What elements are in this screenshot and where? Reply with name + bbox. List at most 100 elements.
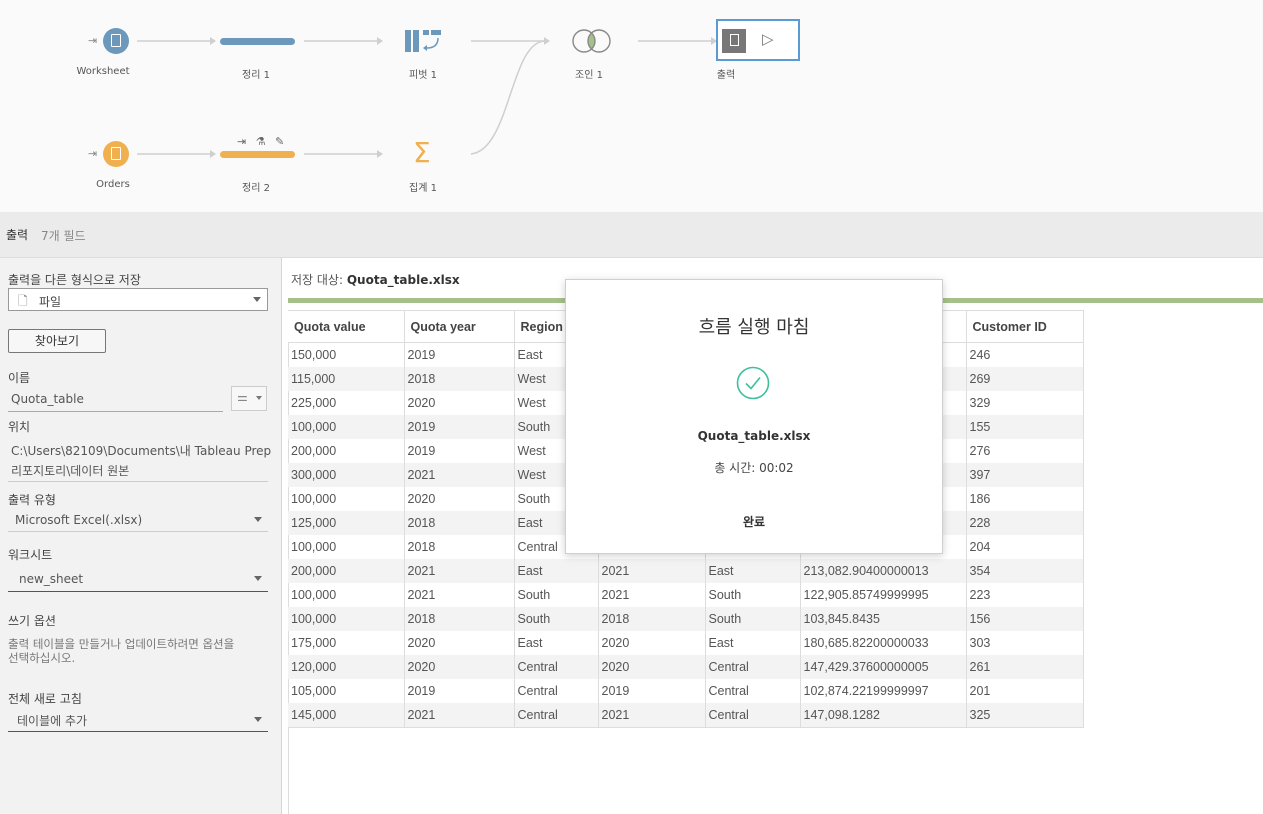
table-cell: 2020 (404, 655, 515, 679)
join-node-label: 조인 1 (575, 70, 603, 81)
pivot-node-icon[interactable] (405, 29, 443, 54)
table-row: 145,000 2021 Central 2021 Central 147,098.128… (288, 703, 1084, 728)
table-cell: 2021 (598, 583, 706, 607)
join-node-icon[interactable] (571, 28, 613, 54)
dialog-title: 흐름 실행 마침 (698, 317, 810, 338)
output-type-value: Microsoft Excel(.xlsx) (15, 513, 143, 527)
save-as-label: 출력을 다른 형식으로 저장 (8, 273, 141, 287)
table-cell: 186 (966, 487, 1084, 511)
flow-connections (137, 37, 717, 158)
table-cell: South (705, 583, 801, 607)
table-cell: 155 (966, 415, 1084, 439)
table-cell: 2019 (598, 679, 706, 703)
name-options-button[interactable]: ⚌ (231, 386, 267, 411)
table-cell: 2019 (404, 679, 515, 703)
table-cell: 329 (966, 391, 1084, 415)
table-row: 175,000 2020 East 2020 East 180,685.822000000… (288, 631, 1084, 655)
table-cell: 2021 (598, 559, 706, 583)
clean2-node[interactable] (220, 151, 295, 158)
table-cell: Central (514, 679, 599, 703)
table-cell: 100,000 (288, 535, 405, 559)
clean2-node-label: 정리 2 (242, 183, 270, 194)
table-cell: 156 (966, 607, 1084, 631)
table-cell: 2020 (598, 631, 706, 655)
output-node-label: 출력 (716, 70, 736, 81)
worksheet-select[interactable]: new_sheet (8, 567, 268, 592)
pivot-node-label: 피벗 1 (409, 70, 437, 81)
clean1-node[interactable] (220, 38, 295, 45)
table-cell: 2019 (404, 342, 515, 367)
table-cell: 115,000 (288, 367, 405, 391)
dialog-total-time: 총 시간: 00:02 (714, 461, 794, 475)
table-cell: 2018 (404, 535, 515, 559)
table-cell: East (705, 559, 801, 583)
table-cell: 100,000 (288, 607, 405, 631)
worksheet-node-label: Worksheet (76, 66, 130, 77)
table-cell: 2018 (404, 367, 515, 391)
column-header[interactable]: Customer ID (966, 310, 1084, 343)
table-cell: 276 (966, 439, 1084, 463)
column-header[interactable]: Quota year (404, 310, 515, 343)
save-as-value: 파일 (39, 295, 62, 309)
table-cell: 120,000 (288, 655, 405, 679)
chevron-down-icon (254, 576, 262, 581)
save-as-select[interactable]: 🗋 파일 (8, 288, 268, 311)
done-button[interactable]: 완료 (724, 511, 784, 533)
file-icon (111, 147, 121, 160)
table-cell: 100,000 (288, 487, 405, 511)
table-cell: 213,082.90400000013 (800, 559, 967, 583)
name-label: 이름 (8, 371, 31, 385)
table-row: 100,000 2021 South 2021 South 122,905.8574999… (288, 583, 1084, 607)
table-cell: 2018 (404, 607, 515, 631)
input-source-icon: ⇥ (88, 34, 98, 47)
save-target: 저장 대상: Quota_table.xlsx (291, 271, 460, 288)
orders-input-node[interactable] (103, 141, 129, 167)
flow-complete-dialog: 흐름 실행 마침 Quota_table.xlsx 총 시간: 00:02 완료 (565, 279, 943, 554)
table-cell: 2019 (404, 415, 515, 439)
table-cell: Central (705, 703, 801, 728)
table-cell: Central (514, 655, 599, 679)
chevron-down-icon (253, 296, 261, 302)
table-cell: East (705, 631, 801, 655)
output-type-label: 출력 유형 (8, 493, 56, 507)
table-cell: 354 (966, 559, 1084, 583)
table-cell: 150,000 (288, 342, 405, 367)
table-cell: 147,098.1282 (800, 703, 967, 728)
table-row: 120,000 2020 Central 2020 Central 147,429.376… (288, 655, 1084, 679)
orders-node-label: Orders (96, 179, 130, 190)
worksheet-label: 워크시트 (8, 548, 53, 562)
aggregate-sigma-icon[interactable]: Σ (413, 137, 431, 169)
location-line2: 리포지토리\데이터 원본 (11, 464, 130, 478)
table-cell: 145,000 (288, 703, 405, 728)
table-cell: East (514, 559, 599, 583)
table-cell: 175,000 (288, 631, 405, 655)
flow-canvas[interactable]: ⇥ Worksheet 정리 1 피벗 1 조인 1 ▷ 출력 ⇥ Orders… (0, 0, 1263, 212)
step-header: 출력 7개 필드 (0, 212, 1263, 258)
refresh-label: 전체 새로 고침 (8, 692, 82, 706)
table-cell: 147,429.37600000005 (800, 655, 967, 679)
worksheet-input-node[interactable] (103, 28, 129, 54)
dialog-file-name: Quota_table.xlsx (697, 429, 811, 443)
name-field[interactable]: Quota_table (8, 388, 223, 412)
table-cell: 2021 (598, 703, 706, 728)
table-cell: South (514, 583, 599, 607)
input-source-icon: ⇥ (88, 147, 98, 160)
table-cell: 2020 (404, 487, 515, 511)
table-row: 200,000 2021 East 2021 East 213,082.904000000… (288, 559, 1084, 583)
table-cell: 180,685.82200000033 (800, 631, 967, 655)
field-count: 7개 필드 (41, 229, 86, 243)
refresh-mode-select[interactable]: 테이블에 추가 (8, 708, 268, 732)
run-flow-icon[interactable]: ▷ (762, 30, 774, 48)
browse-button[interactable]: 찾아보기 (8, 329, 106, 353)
column-header[interactable]: Quota value (288, 310, 405, 343)
location-underline (8, 481, 268, 482)
write-option-description-2: 선택하십시오. (8, 651, 76, 665)
table-cell: East (514, 631, 599, 655)
output-node[interactable]: ▷ (716, 19, 800, 61)
table-cell: 200,000 (288, 559, 405, 583)
sliders-icon: ⚌ (237, 390, 248, 404)
table-cell: 2020 (404, 631, 515, 655)
table-cell: 300,000 (288, 463, 405, 487)
output-type-select[interactable]: Microsoft Excel(.xlsx) (8, 508, 268, 532)
write-option-label: 쓰기 옵션 (8, 614, 56, 628)
